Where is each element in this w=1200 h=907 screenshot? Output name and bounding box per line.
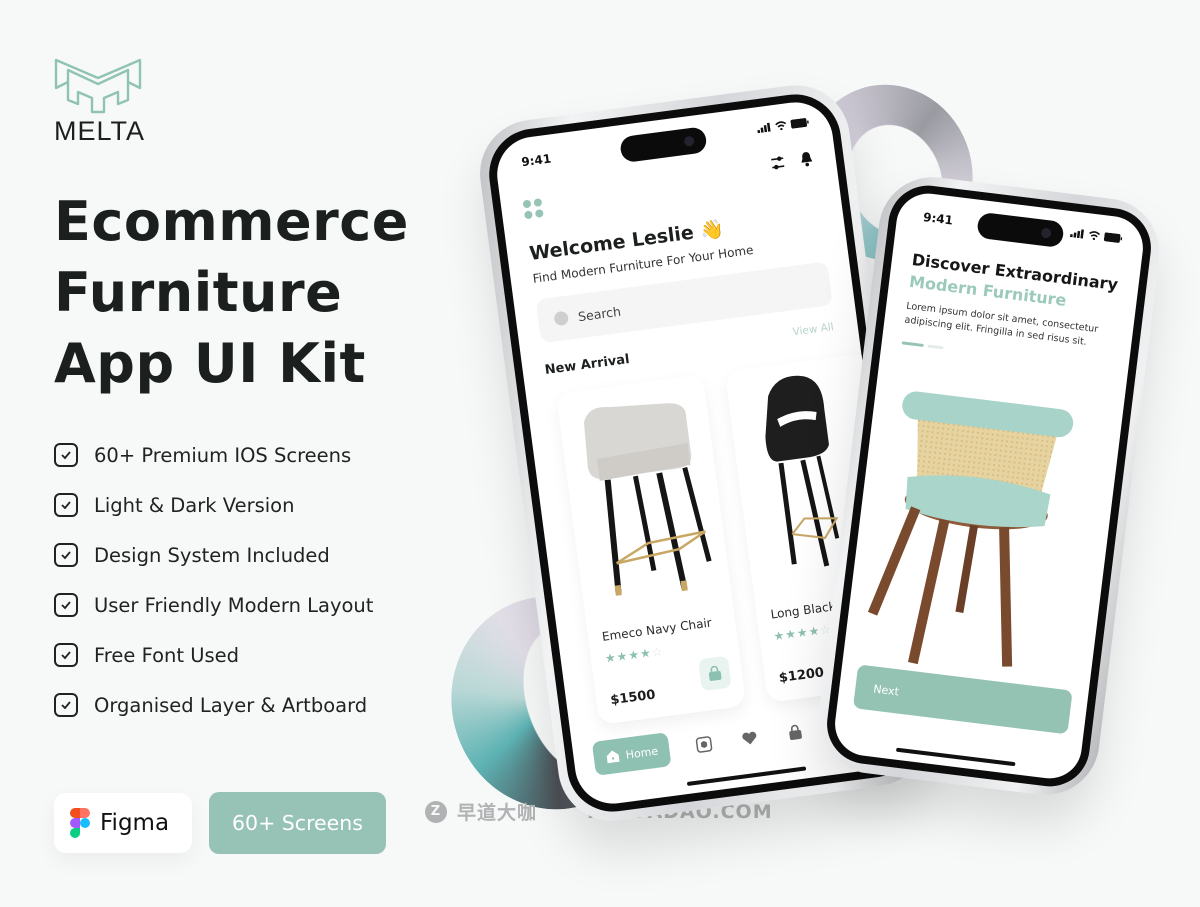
box-icon (696, 736, 713, 753)
status-time: 9:41 (922, 210, 954, 228)
battery-icon (790, 118, 809, 129)
bar-stool-grey-image (583, 403, 712, 596)
view-all-link[interactable]: View All (792, 321, 834, 338)
header-actions (769, 150, 815, 172)
heart-icon (742, 731, 757, 745)
checkbox-icon (54, 643, 78, 667)
signal-icon (757, 122, 771, 134)
home-icon (606, 750, 620, 764)
product-price: $1200 (778, 665, 825, 687)
watermark-logo-icon: Z (425, 800, 447, 823)
page-indicator (901, 341, 944, 350)
feature-label: Design System Included (94, 543, 330, 567)
checkbox-icon (54, 493, 78, 517)
product-rating: ★★★★☆ (773, 622, 833, 644)
filter-sliders-icon[interactable] (769, 154, 787, 172)
add-to-cart-button[interactable] (697, 655, 732, 692)
dynamic-island (976, 211, 1065, 249)
wifi-icon (775, 121, 787, 131)
checkbox-icon (54, 693, 78, 717)
battery-icon (1103, 232, 1123, 243)
bag-icon (708, 665, 722, 681)
menu-grid-icon[interactable] (522, 198, 544, 220)
screens-count-button[interactable]: 60+ Screens (209, 792, 386, 854)
figma-icon (70, 808, 90, 838)
brand-name: MELTA (54, 116, 146, 146)
feature-item: Organised Layer & Artboard (54, 680, 373, 730)
checkbox-icon (54, 593, 78, 617)
status-icons (757, 118, 810, 134)
feature-label: Organised Layer & Artboard (94, 693, 368, 717)
tab-home[interactable]: Home (591, 732, 673, 776)
tab-home-label: Home (624, 744, 659, 762)
tab-favorites[interactable] (738, 726, 763, 751)
search-placeholder: Search (577, 303, 622, 324)
melta-logo-icon (54, 58, 142, 114)
wifi-icon (1089, 231, 1101, 241)
feature-item: Light & Dark Version (54, 480, 373, 530)
headline-line: Ecommerce (54, 190, 409, 253)
feature-item: Design System Included (54, 530, 373, 580)
search-icon (553, 310, 570, 327)
feature-label: 60+ Premium IOS Screens (94, 443, 352, 467)
page-dot (927, 344, 944, 350)
checkbox-icon (54, 543, 78, 567)
dynamic-island (619, 126, 708, 164)
figma-button[interactable]: Figma (54, 793, 192, 853)
feature-label: Light & Dark Version (94, 493, 295, 517)
product-price: $1500 (609, 687, 657, 709)
bag-icon (789, 724, 803, 740)
section-title: New Arrival (543, 351, 631, 379)
watermark-text: 早道大咖 (457, 802, 538, 824)
product-card[interactable]: Emeco Navy Chair ★★★★☆ $1500 (556, 374, 747, 725)
home-indicator (895, 747, 1016, 767)
onboarding-body: Lorem ipsum dolor sit amet, consectetur … (903, 300, 1099, 348)
status-icons (1069, 228, 1123, 243)
feature-item: 60+ Premium IOS Screens (54, 430, 373, 480)
bell-icon[interactable] (799, 150, 815, 168)
tab-categories[interactable] (692, 732, 717, 757)
feature-label: User Friendly Modern Layout (94, 593, 374, 617)
product-rating: ★★★★☆ (604, 644, 664, 666)
checkbox-icon (54, 443, 78, 467)
feature-label: Free Font Used (94, 643, 240, 667)
signal-icon (1069, 229, 1084, 239)
rattan-chair-image (867, 391, 1074, 667)
brand-logo: MELTA (54, 56, 146, 147)
feature-list: 60+ Premium IOS Screens Light & Dark Ver… (54, 430, 373, 730)
headline-line: App UI Kit (54, 332, 366, 395)
page-headline: Ecommerce Furniture App UI Kit (54, 186, 409, 399)
figma-label: Figma (100, 810, 170, 836)
status-time: 9:41 (520, 151, 553, 170)
page-dot-active (901, 341, 924, 347)
onboarding-screen: 9:41 Discover Extraordinary Modern Furni… (831, 189, 1147, 783)
headline-line: Furniture (54, 261, 343, 324)
feature-item: Free Font Used (54, 630, 373, 680)
phone-bezel: 9:41 Discover Extraordinary Modern Furni… (822, 181, 1156, 791)
tab-cart[interactable] (783, 720, 808, 745)
product-name: Emeco Navy Chair (601, 615, 713, 644)
star-empty-icon: ☆ (650, 644, 665, 660)
feature-item: User Friendly Modern Layout (54, 580, 373, 630)
